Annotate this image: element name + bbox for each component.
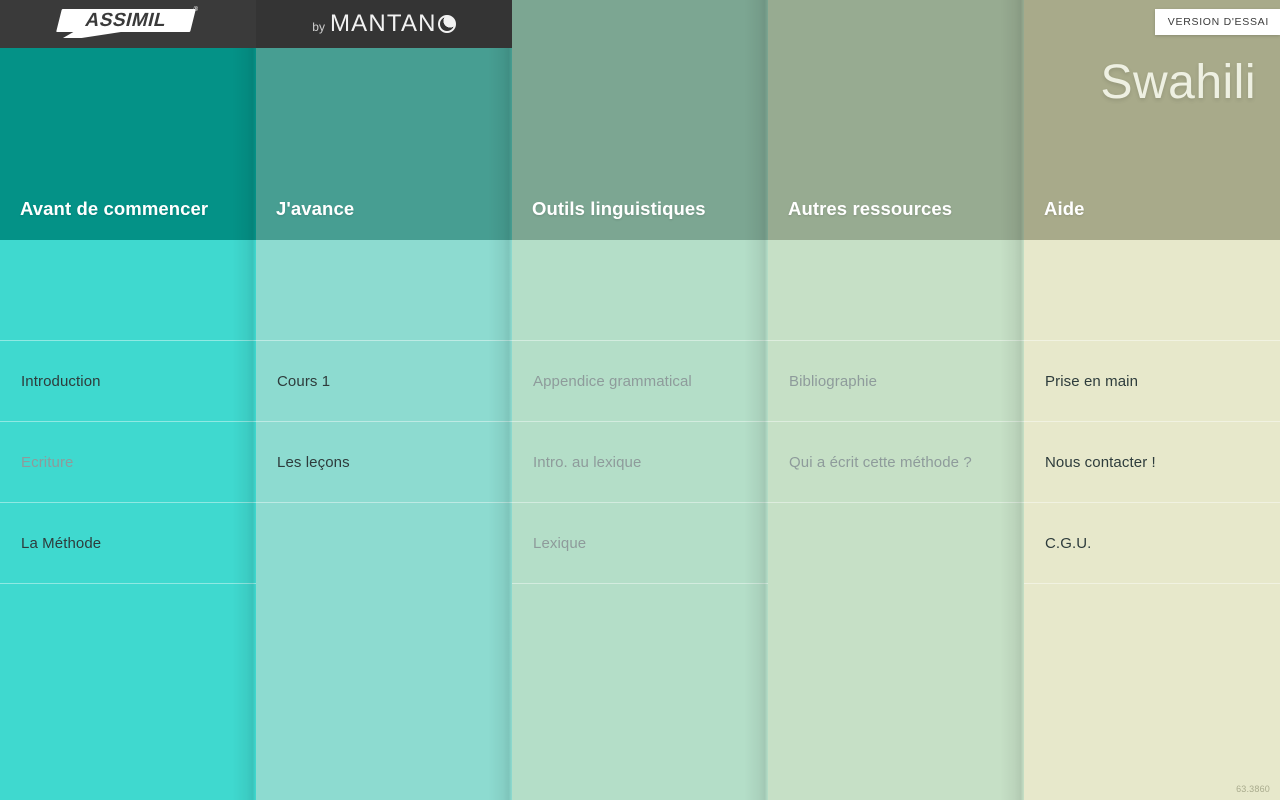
column-header-label: Autres ressources: [788, 198, 953, 219]
assimil-logo-text: ASSIMIL: [83, 9, 170, 31]
brand-topbar: ASSIMIL ® by MANTAN: [0, 0, 512, 48]
list-item[interactable]: Cours 1: [256, 340, 512, 421]
column-header-label: J'avance: [276, 198, 355, 219]
registered-mark-icon: ®: [193, 7, 198, 13]
list-top-spacer: [512, 240, 768, 340]
list-item[interactable]: Les leçons: [256, 421, 512, 502]
list-top-spacer: [1024, 240, 1280, 340]
column-item-list: Appendice grammatical Intro. au lexique Le…: [512, 240, 768, 800]
assimil-logo-cell[interactable]: ASSIMIL ®: [0, 0, 256, 48]
column-item-list: Prise en main Nous contacter ! C.G.U.: [1024, 240, 1280, 800]
list-item-empty: [1024, 583, 1280, 664]
list-item-empty: [768, 502, 1024, 583]
mantano-logo-cell[interactable]: by MANTAN: [256, 0, 512, 48]
trial-version-badge[interactable]: VERSION D'ESSAI: [1154, 9, 1280, 35]
list-item[interactable]: La Méthode: [0, 502, 256, 583]
list-item[interactable]: Introduction: [0, 340, 256, 421]
category-column: J'avance Cours 1 Les leçons: [256, 0, 512, 800]
column-header-label: Outils linguistiques: [532, 198, 706, 219]
category-column: Outils linguistiques Appendice grammatica…: [512, 0, 768, 800]
build-version-label: 63.3860: [1236, 784, 1270, 794]
category-column: Autres ressources Bibliographie Qui a écri…: [768, 0, 1024, 800]
list-item-empty: [512, 583, 768, 664]
column-header[interactable]: Autres ressources: [768, 0, 1024, 240]
list-item: Qui a écrit cette méthode ?: [768, 421, 1024, 502]
list-item: Bibliographie: [768, 340, 1024, 421]
list-item: Intro. au lexique: [512, 421, 768, 502]
list-item-empty: [0, 583, 256, 664]
category-column: Aide Prise en main Nous contacter ! C.G.U.: [1024, 0, 1280, 800]
mantano-by-label: by: [312, 20, 325, 34]
list-item: Ecriture: [0, 421, 256, 502]
list-top-spacer: [256, 240, 512, 340]
mantano-logo-text: MANTAN: [329, 10, 437, 37]
mantano-ring-icon: [437, 15, 456, 33]
category-columns: Avant de commencer Introduction Ecriture La…: [0, 0, 1280, 800]
column-header[interactable]: Aide: [1024, 0, 1280, 240]
list-item[interactable]: C.G.U.: [1024, 502, 1280, 583]
column-item-list: Introduction Ecriture La Méthode: [0, 240, 256, 800]
column-header[interactable]: Outils linguistiques: [512, 0, 768, 240]
column-item-list: Bibliographie Qui a écrit cette méthode ?: [768, 240, 1024, 800]
column-header-label: Aide: [1044, 198, 1085, 219]
list-item: Lexique: [512, 502, 768, 583]
list-top-spacer: [0, 240, 256, 340]
column-item-list: Cours 1 Les leçons: [256, 240, 512, 800]
app-root: Avant de commencer Introduction Ecriture La…: [0, 0, 1280, 800]
list-item-empty: [256, 502, 512, 583]
column-header-label: Avant de commencer: [20, 198, 209, 219]
list-item[interactable]: Nous contacter !: [1024, 421, 1280, 502]
list-item: Appendice grammatical: [512, 340, 768, 421]
list-top-spacer: [768, 240, 1024, 340]
mantano-logo: by MANTAN: [312, 10, 456, 38]
category-column: Avant de commencer Introduction Ecriture La…: [0, 0, 256, 800]
list-item[interactable]: Prise en main: [1024, 340, 1280, 421]
language-title: Swahili: [1100, 56, 1256, 109]
assimil-logo: ASSIMIL ®: [56, 7, 198, 41]
